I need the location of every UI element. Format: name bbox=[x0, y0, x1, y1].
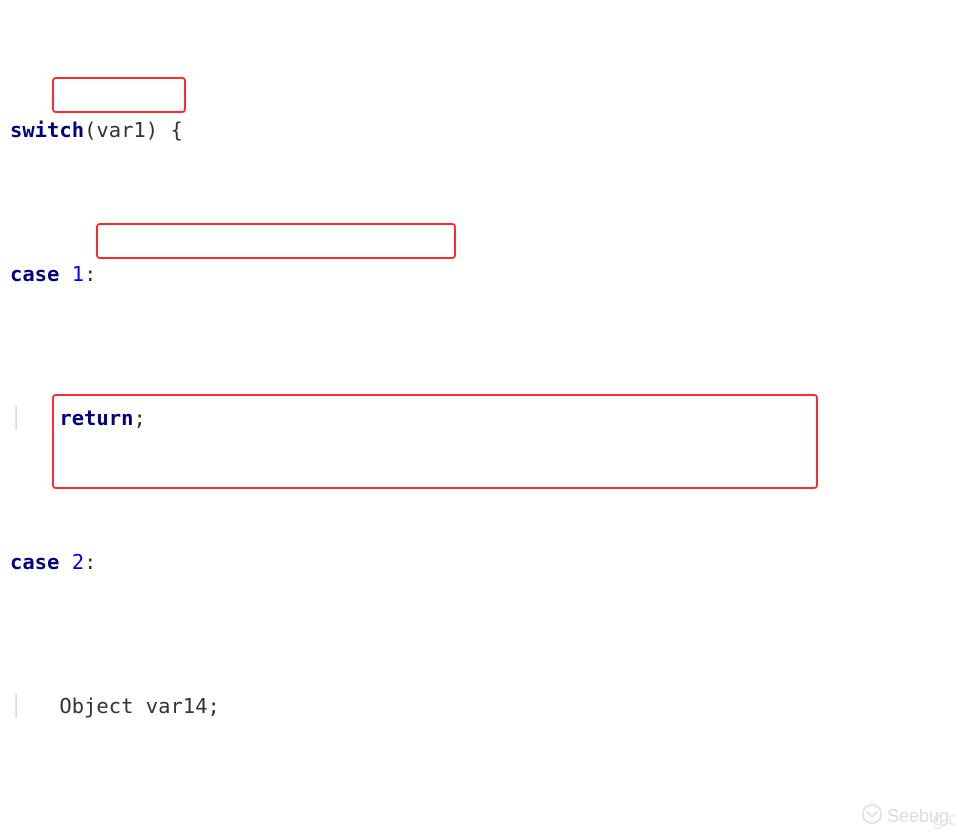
code-line: │ return; bbox=[10, 400, 947, 436]
highlight-box bbox=[96, 223, 456, 259]
code-viewer: switch(var1) { case 1: │ return; case 2:… bbox=[0, 0, 955, 836]
highlight-box bbox=[52, 77, 186, 113]
keyword-case: case bbox=[10, 550, 59, 574]
code-line: case 2: bbox=[10, 544, 947, 580]
code-line: case 1: bbox=[10, 256, 947, 292]
code-line: switch(var1) { bbox=[10, 112, 947, 148]
code-line: │ Object var14; bbox=[10, 688, 947, 724]
keyword-case: case bbox=[10, 262, 59, 286]
keyword-return: return bbox=[59, 406, 133, 430]
code-line: │ try { bbox=[10, 832, 947, 836]
keyword-switch: switch bbox=[10, 118, 84, 142]
